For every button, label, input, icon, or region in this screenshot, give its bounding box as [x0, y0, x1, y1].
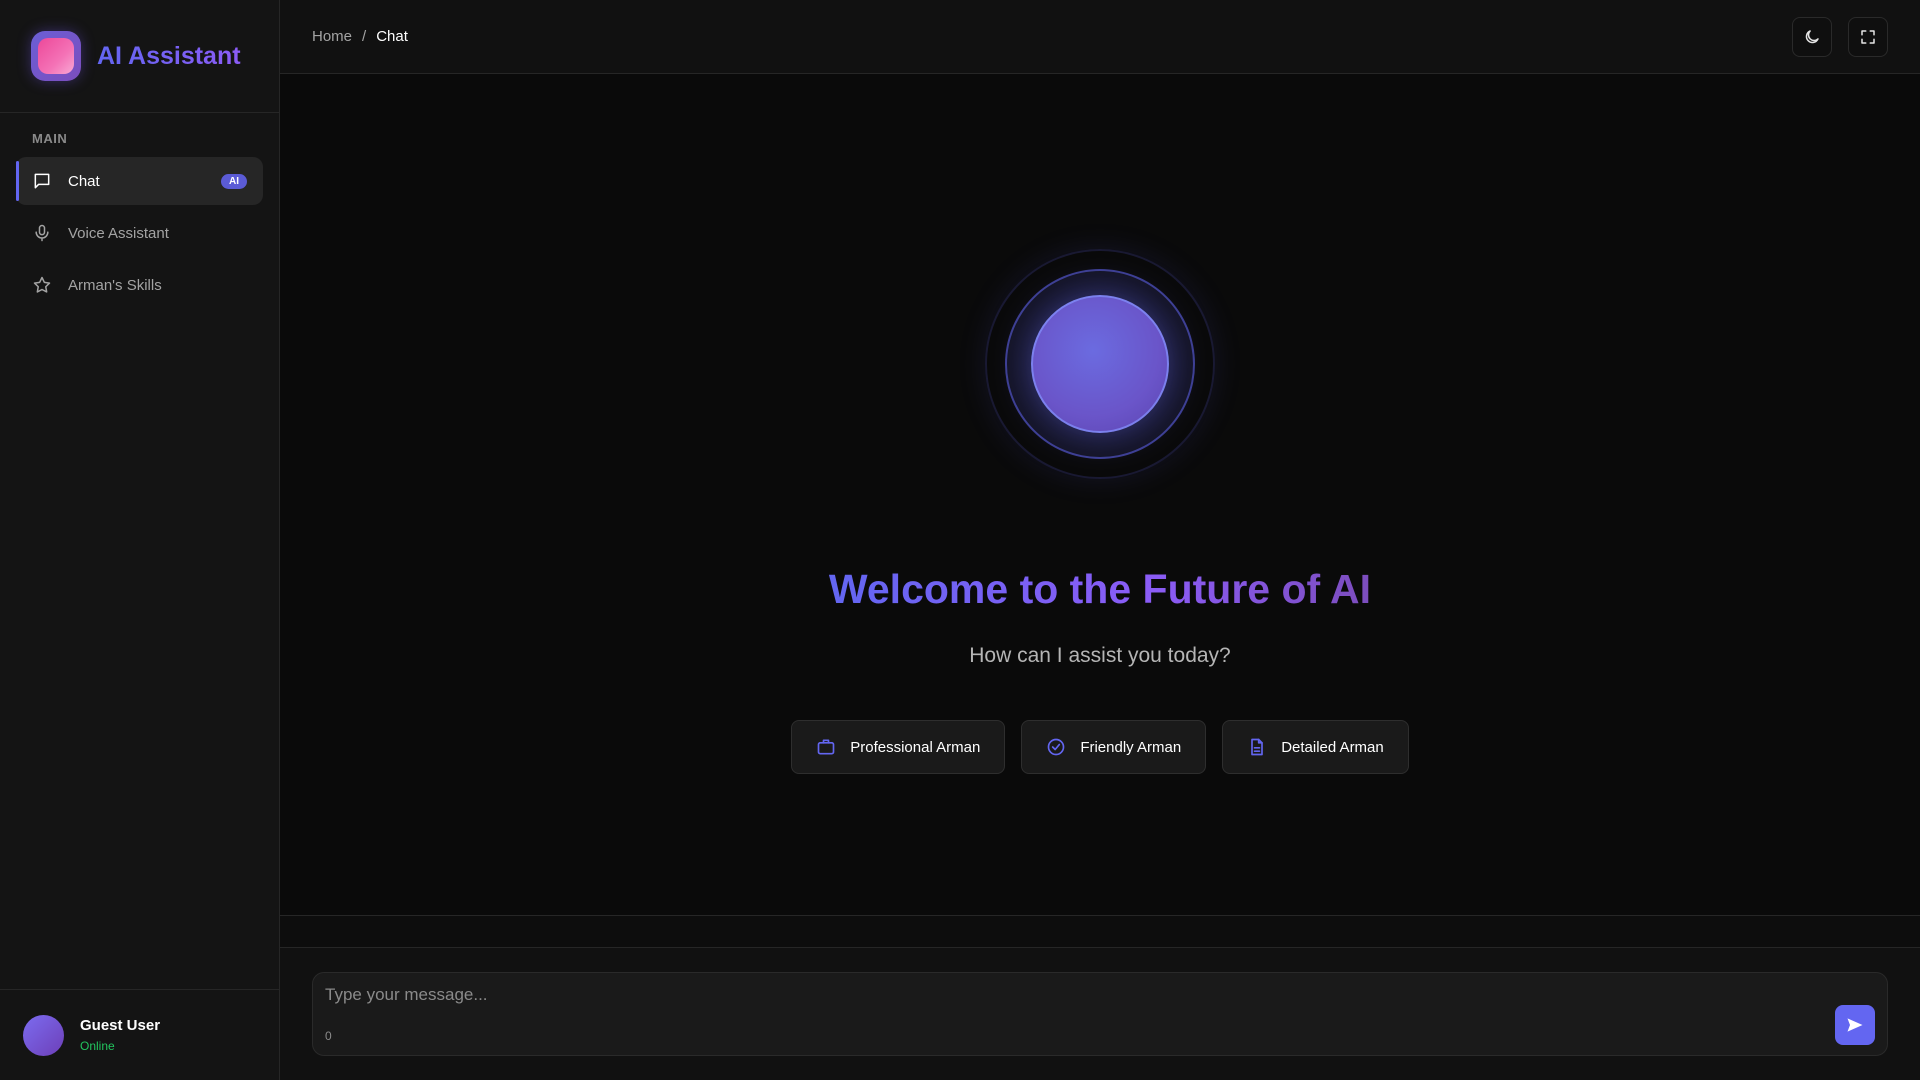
sidebar-item-label: Arman's Skills: [68, 276, 162, 294]
persona-buttons: Professional Arman Friendly Arman Detail…: [280, 720, 1920, 774]
chat-welcome-area: Welcome to the Future of AI How can I as…: [280, 74, 1920, 915]
sidebar-nav: Chat AI Voice Assistant Arman's Skills: [0, 157, 279, 309]
ai-orb: [280, 249, 1920, 479]
user-status: Online: [80, 1039, 115, 1053]
message-input-box: 0: [312, 972, 1888, 1056]
top-bar: Home / Chat: [280, 0, 1920, 74]
send-button[interactable]: [1835, 1005, 1875, 1045]
top-actions: [1792, 16, 1888, 57]
moon-icon: [1805, 29, 1819, 43]
persona-professional-button[interactable]: Professional Arman: [791, 720, 1006, 774]
message-icon: [34, 173, 50, 189]
user-name: Guest User: [80, 1017, 161, 1034]
brand[interactable]: AI Assistant: [0, 0, 279, 113]
persona-label: Friendly Arman: [1080, 738, 1182, 756]
sidebar-item-chat[interactable]: Chat AI: [16, 157, 263, 205]
fullscreen-icon: [1861, 29, 1875, 44]
char-count: 0: [325, 1029, 332, 1043]
user-profile[interactable]: Guest User Online: [0, 989, 279, 1080]
check-circle-icon: [1047, 738, 1065, 756]
persona-label: Detailed Arman: [1281, 738, 1384, 756]
theme-toggle-button[interactable]: [1792, 16, 1832, 57]
nav-section-label: MAIN: [32, 131, 68, 146]
sidebar-item-voice-assistant[interactable]: Voice Assistant: [16, 209, 263, 257]
app-root: AI Assistant MAIN Chat AI Voice Assistan…: [0, 0, 1920, 1080]
sidebar-item-armans-skills[interactable]: Arman's Skills: [16, 261, 263, 309]
breadcrumb-separator: /: [362, 28, 367, 45]
send-icon: [1847, 1018, 1863, 1032]
avatar: [23, 1014, 64, 1056]
sidebar-item-label: Voice Assistant: [68, 224, 169, 242]
persona-label: Professional Arman: [850, 738, 981, 756]
orb-icon: [985, 249, 1215, 479]
microphone-icon: [35, 224, 49, 242]
ai-badge: AI: [221, 173, 247, 189]
brand-title: AI Assistant: [97, 41, 241, 70]
welcome-subtitle: How can I assist you today?: [969, 644, 1231, 667]
message-composer: 0: [280, 948, 1920, 1080]
persona-detailed-button[interactable]: Detailed Arman: [1222, 720, 1409, 774]
main-panel: Home / Chat Welcome to the Future of AI …: [280, 0, 1920, 1080]
user-info: Guest User Online: [80, 1017, 160, 1053]
welcome-title: Welcome to the Future of AI: [828, 566, 1372, 612]
welcome-heading-wrap: Welcome to the Future of AI: [280, 566, 1920, 613]
breadcrumb-current: Chat: [376, 28, 408, 45]
breadcrumb: Home / Chat: [312, 28, 408, 45]
sidebar: AI Assistant MAIN Chat AI Voice Assistan…: [0, 0, 280, 1080]
sidebar-item-label: Chat: [68, 172, 100, 190]
persona-friendly-button[interactable]: Friendly Arman: [1021, 720, 1207, 774]
messages-divider: [280, 915, 1920, 948]
breadcrumb-home[interactable]: Home: [312, 28, 352, 45]
document-icon: [1251, 738, 1264, 756]
app-logo-icon: [31, 31, 81, 81]
fullscreen-button[interactable]: [1848, 16, 1888, 57]
star-icon: [33, 276, 51, 293]
message-input[interactable]: [325, 985, 1725, 1005]
briefcase-icon: [817, 739, 835, 755]
